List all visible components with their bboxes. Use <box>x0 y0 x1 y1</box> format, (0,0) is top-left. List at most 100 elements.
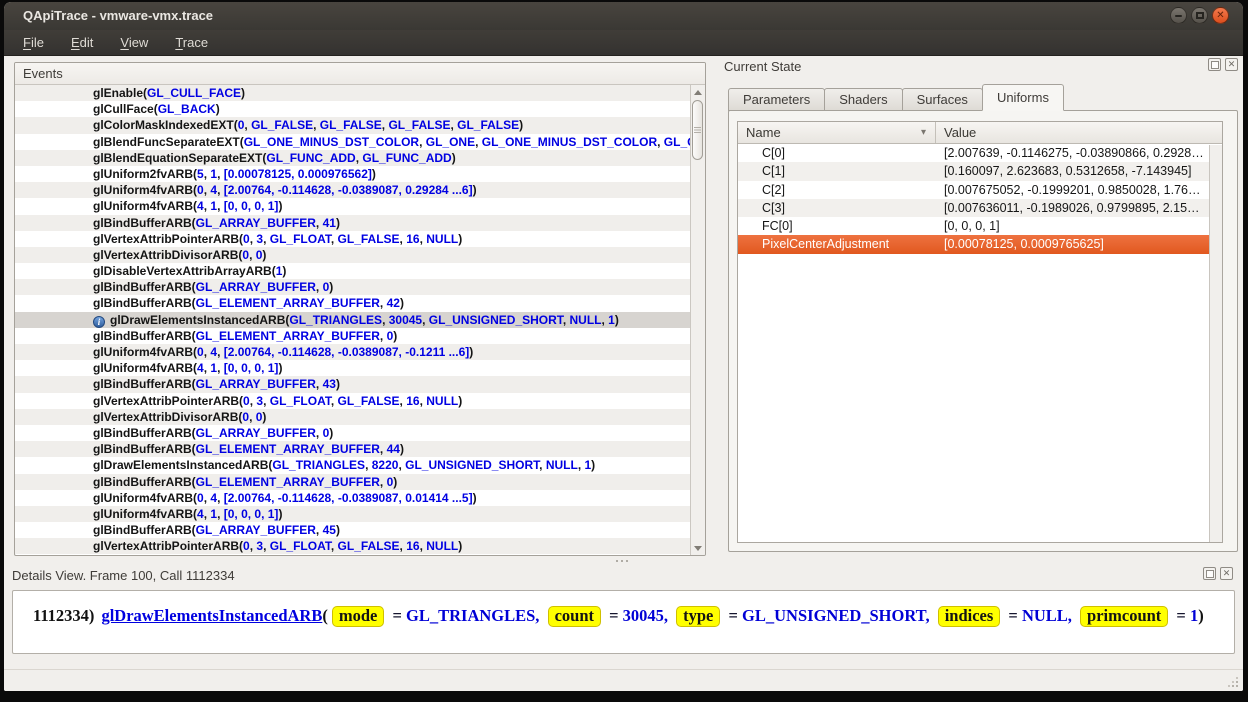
event-row[interactable]: glVertexAttribDivisorARB(0, 0) <box>15 409 690 425</box>
event-row[interactable]: glBindBufferARB(GL_ARRAY_BUFFER, 41) <box>15 215 690 231</box>
splitter-handle[interactable] <box>616 560 628 562</box>
event-row[interactable]: glUniform2fvARB(5, 1, [0.00078125, 0.000… <box>15 166 690 182</box>
event-row[interactable]: glBlendEquationSeparateEXT(GL_FUNC_ADD, … <box>15 150 690 166</box>
event-argument: NULL <box>426 394 458 408</box>
event-row[interactable]: glDisableVertexAttribArrayARB(1) <box>15 263 690 279</box>
event-argument: [2.00764, -0.114628, -0.0389087, 0.01414… <box>224 491 473 505</box>
event-row[interactable]: glUniform4fvARB(4, 1, [0, 0, 0, 1]) <box>15 198 690 214</box>
event-row[interactable]: glEnable(GL_CULL_FACE) <box>15 85 690 101</box>
event-function: glVertexAttribPointerARB <box>93 232 239 246</box>
minimize-icon <box>1175 15 1182 17</box>
punctuation: , <box>539 458 546 472</box>
event-row[interactable]: glBindBufferARB(GL_ELEMENT_ARRAY_BUFFER,… <box>15 441 690 457</box>
event-argument: 8220 <box>372 458 399 472</box>
uniform-row[interactable]: FC[0][0, 0, 0, 1] <box>738 217 1209 235</box>
scrollbar-thumb[interactable] <box>692 100 703 160</box>
tab-parameters[interactable]: Parameters <box>728 88 825 111</box>
uniform-row[interactable]: C[1][0.160097, 2.623683, 0.5312658, -7.1… <box>738 162 1209 180</box>
event-row[interactable]: glBlendFuncSeparateEXT(GL_ONE_MINUS_DST_… <box>15 134 690 150</box>
event-function: glColorMaskIndexedEXT <box>93 118 234 132</box>
call-function-link[interactable]: glDrawElementsInstancedARB <box>101 606 322 625</box>
maximize-button[interactable] <box>1191 7 1208 24</box>
dock-float-button[interactable] <box>1208 58 1221 71</box>
details-float-button[interactable] <box>1203 567 1216 580</box>
event-argument: NULL <box>569 313 601 327</box>
uniform-value: [0, 0, 0, 1] <box>936 217 1209 235</box>
event-argument: 16 <box>406 394 419 408</box>
uniform-row[interactable]: C[3][0.007636011, -0.1989026, 0.9799895,… <box>738 199 1209 217</box>
event-row[interactable]: iglDrawElementsInstancedARB(GL_TRIANGLES… <box>15 312 690 328</box>
column-header-value[interactable]: Value <box>936 122 1222 143</box>
punctuation: , <box>313 118 320 132</box>
event-row[interactable]: glVertexAttribDivisorARB(0, 0) <box>15 247 690 263</box>
event-row[interactable]: glColorMaskIndexedEXT(0, GL_FALSE, GL_FA… <box>15 117 690 133</box>
menu-edit[interactable]: Edit <box>71 35 93 50</box>
param-value: 1 <box>1190 606 1198 625</box>
uniform-value: [2.007639, -0.1146275, -0.03890866, 0.29… <box>936 144 1209 162</box>
tab-surfaces[interactable]: Surfaces <box>902 88 983 111</box>
menu-view[interactable]: View <box>120 35 148 50</box>
events-list: glEnable(GL_CULL_FACE)glCullFace(GL_BACK… <box>15 85 690 555</box>
punctuation: ) <box>329 280 333 294</box>
punctuation: ) <box>473 183 477 197</box>
event-row[interactable]: glVertexAttribPointerARB(0, 3, GL_FLOAT,… <box>15 393 690 409</box>
events-column-header[interactable]: Events <box>15 63 705 85</box>
event-row[interactable]: glBindBufferARB(GL_ARRAY_BUFFER, 45) <box>15 522 690 538</box>
minimize-button[interactable] <box>1170 7 1187 24</box>
uniform-row[interactable]: C[0][2.007639, -0.1146275, -0.03890866, … <box>738 144 1209 162</box>
details-close-button[interactable]: ✕ <box>1220 567 1233 580</box>
event-argument: GL_UNSIGNED_SHORT <box>429 313 563 327</box>
event-argument: GL_ONE <box>426 135 475 149</box>
window-controls: ✕ <box>1170 7 1229 24</box>
event-row[interactable]: glUniform4fvARB(4, 1, [0, 0, 0, 1]) <box>15 506 690 522</box>
tab-shaders[interactable]: Shaders <box>824 88 902 111</box>
tab-uniforms[interactable]: Uniforms <box>982 84 1064 111</box>
event-argument: 16 <box>406 232 419 246</box>
event-argument: 41 <box>323 216 336 230</box>
events-scrollbar[interactable] <box>690 85 705 555</box>
event-function: glBindBufferARB <box>93 475 192 489</box>
close-button[interactable]: ✕ <box>1212 7 1229 24</box>
dock-close-button[interactable]: ✕ <box>1225 58 1238 71</box>
value-column-label: Value <box>944 125 976 140</box>
uniform-row[interactable]: C[2][0.007675052, -0.1999201, 0.9850028,… <box>738 181 1209 199</box>
event-row[interactable]: glVertexAttribPointerARB(0, 3, GL_FLOAT,… <box>15 538 690 554</box>
app-window: QApiTrace - vmware-vmx.trace ✕ File Edit V… <box>4 2 1243 691</box>
punctuation: , <box>657 135 664 149</box>
event-row[interactable]: glVertexAttribPointerARB(0, 3, GL_FLOAT,… <box>15 231 690 247</box>
uniforms-table: Name ▾ Value C[0][2.007639, -0.1146275, … <box>737 121 1223 543</box>
event-row[interactable]: glBindBufferARB(GL_ARRAY_BUFFER, 0) <box>15 279 690 295</box>
event-row[interactable]: glBindBufferARB(GL_ELEMENT_ARRAY_BUFFER,… <box>15 295 690 311</box>
param-value: NULL, <box>1022 606 1076 625</box>
menu-file[interactable]: File <box>23 35 44 50</box>
punctuation: , <box>316 523 323 537</box>
event-row[interactable]: glUniform4fvARB(0, 4, [2.00764, -0.11462… <box>15 490 690 506</box>
punctuation: ) <box>393 329 397 343</box>
uniforms-scrollbar[interactable] <box>1209 145 1222 542</box>
scroll-up-button[interactable] <box>691 85 705 99</box>
punctuation: ) <box>458 232 462 246</box>
event-row[interactable]: glUniform4fvARB(0, 4, [2.00764, -0.11462… <box>15 344 690 360</box>
scroll-down-button[interactable] <box>691 541 705 555</box>
event-row[interactable]: glUniform4fvARB(4, 1, [0, 0, 0, 1]) <box>15 360 690 376</box>
details-view-title: Details View. Frame 100, Call 1112334 <box>12 568 235 583</box>
column-header-name[interactable]: Name ▾ <box>738 122 936 143</box>
event-row[interactable]: glBindBufferARB(GL_ELEMENT_ARRAY_BUFFER,… <box>15 328 690 344</box>
events-panel: Events glEnable(GL_CULL_FACE)glCullFace(… <box>14 62 706 556</box>
event-row[interactable]: glBindBufferARB(GL_ARRAY_BUFFER, 0) <box>15 425 690 441</box>
uniform-value: [0.160097, 2.623683, 0.5312658, -7.14394… <box>936 162 1209 180</box>
menu-trace[interactable]: Trace <box>175 35 208 50</box>
event-row[interactable]: glBindBufferARB(GL_ELEMENT_ARRAY_BUFFER,… <box>15 474 690 490</box>
current-state-panel: Current State ✕ ParametersShadersSurface… <box>718 58 1242 558</box>
titlebar[interactable]: QApiTrace - vmware-vmx.trace ✕ <box>4 2 1243 30</box>
punctuation: , <box>217 507 224 521</box>
event-row[interactable]: glUniform4fvARB(0, 4, [2.00764, -0.11462… <box>15 182 690 198</box>
event-row[interactable]: glCullFace(GL_BACK) <box>15 101 690 117</box>
event-argument: [0.00078125, 0.000976562] <box>224 167 372 181</box>
uniform-row[interactable]: PixelCenterAdjustment[0.00078125, 0.0009… <box>738 235 1209 253</box>
event-argument: GL_TRIANGLES <box>272 458 365 472</box>
event-row[interactable]: glBindBufferARB(GL_ARRAY_BUFFER, 43) <box>15 376 690 392</box>
event-function: glVertexAttribPointerARB <box>93 539 239 553</box>
event-row[interactable]: glDrawElementsInstancedARB(GL_TRIANGLES,… <box>15 457 690 473</box>
resize-grip[interactable] <box>1226 675 1238 687</box>
